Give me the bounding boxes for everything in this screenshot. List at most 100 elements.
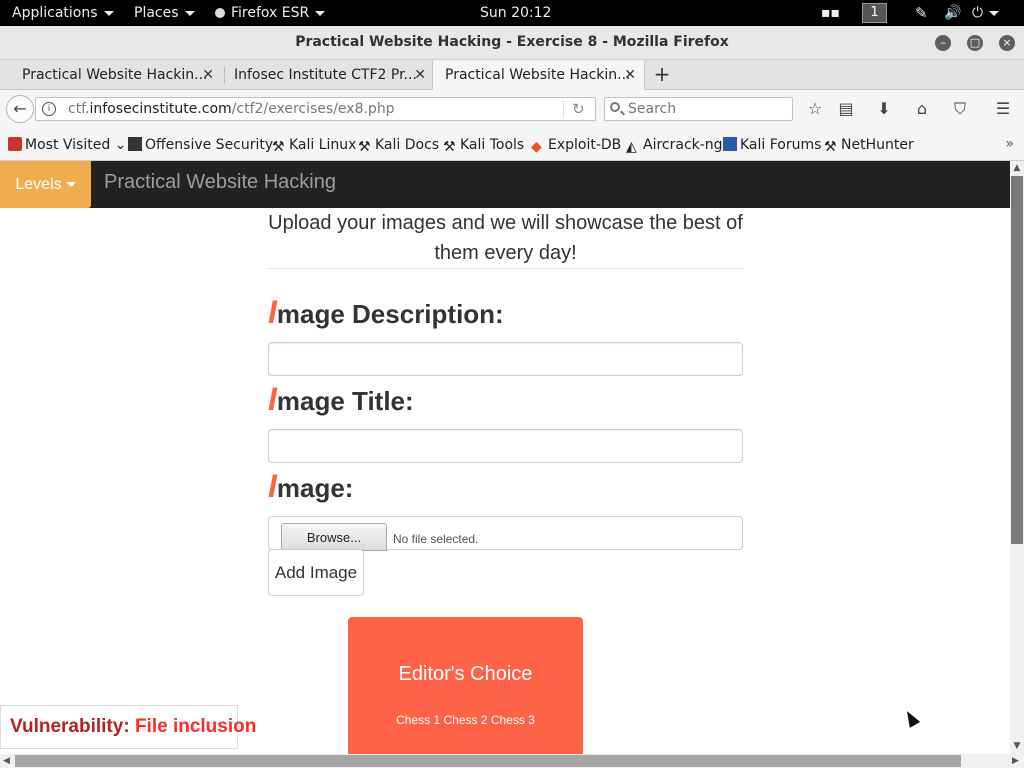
kali-icon: ⚒ <box>824 139 837 155</box>
scroll-up-icon[interactable]: ▲ <box>1010 163 1024 173</box>
url-domain: infosecinstitute.com <box>89 101 232 117</box>
bookmark-label: Kali Forums <box>740 137 822 153</box>
search-input[interactable]: Search <box>604 97 793 121</box>
search-placeholder: Search <box>628 101 677 117</box>
maximize-icon[interactable]: □ <box>967 35 983 51</box>
scroll-down-icon[interactable]: ▼ <box>1010 741 1024 751</box>
close-tab-icon[interactable]: ✕ <box>414 60 426 90</box>
window-title: Practical Website Hacking - Exercise 8 -… <box>295 34 729 50</box>
folder-icon <box>8 137 22 151</box>
bookmark-label: NetHunter <box>841 137 914 153</box>
bookmark-most-visited[interactable]: Most Visited ⌄ <box>8 136 126 154</box>
chevron-down-icon: ⌄ <box>114 137 127 153</box>
image-description-label: Image Description: <box>268 294 504 331</box>
bookmark-label: Aircrack-ng <box>643 137 723 153</box>
vertical-scroll-thumb[interactable] <box>1011 176 1023 544</box>
hamburger-menu-icon[interactable]: ☰ <box>993 99 1013 119</box>
url-prefix: ctf. <box>68 101 90 117</box>
tab-practical-1[interactable]: Practical Website Hackin... ✕ <box>10 60 222 90</box>
bookmark-kali-docs[interactable]: ⚒ Kali Docs <box>358 136 440 155</box>
bookmark-label: Exploit-DB <box>548 137 622 153</box>
power-icon[interactable]: ⏻ <box>972 0 1000 26</box>
editors-choice-items[interactable]: Chess 1 Chess 2 Chess 3 <box>348 713 583 727</box>
kali-icon: ⚒ <box>358 139 371 155</box>
caret-down-icon <box>65 182 76 188</box>
label-text: mage Title: <box>276 386 414 416</box>
firefox-icon <box>215 8 225 18</box>
bookmark-kali-tools[interactable]: ⚒ Kali Tools <box>443 136 524 155</box>
site-navbar: Levels Practical Website Hacking <box>0 161 1010 208</box>
web-page: Levels Practical Website Hacking Upload … <box>0 161 1010 754</box>
tab-practical-active[interactable]: Practical Website Hackin... ✕ <box>432 60 645 90</box>
intro-text: Upload your images and we will showcase … <box>268 208 743 269</box>
label-initial: I <box>268 294 277 330</box>
image-title-input[interactable] <box>268 429 743 463</box>
browse-button[interactable]: Browse... <box>281 523 387 551</box>
aircrack-icon: ◭ <box>626 139 637 155</box>
chevron-down-icon <box>315 10 326 16</box>
label-initial: I <box>268 468 277 504</box>
add-image-button[interactable]: Add Image <box>268 549 364 596</box>
info-icon[interactable]: i <box>42 102 56 116</box>
levels-dropdown[interactable]: Levels <box>0 161 91 208</box>
downloads-icon[interactable]: ⬇ <box>874 99 894 119</box>
label-text: mage: <box>276 473 354 503</box>
bookmark-offensive-security[interactable]: Offensive Security <box>128 136 273 154</box>
bookmark-star-icon[interactable]: ☆ <box>805 99 825 119</box>
bookmark-aircrack[interactable]: ◭ Aircrack-ng <box>626 136 723 155</box>
bookmark-nethunter[interactable]: ⚒ NetHunter <box>824 136 914 155</box>
levels-label: Levels <box>15 176 62 193</box>
bookmarks-overflow-icon[interactable]: » <box>1005 136 1014 152</box>
workspace-indicator[interactable]: 1 <box>862 3 887 23</box>
pocket-icon[interactable]: ⛉ <box>950 99 970 119</box>
scroll-right-icon[interactable]: ▶ <box>1012 754 1019 768</box>
volume-icon[interactable]: 🔊 <box>944 0 961 26</box>
home-icon[interactable]: ⌂ <box>912 99 932 119</box>
bookmark-kali-linux[interactable]: ⚒ Kali Linux <box>272 136 356 155</box>
horizontal-scrollbar[interactable]: ◀ ▶ <box>0 754 1024 768</box>
url-bar[interactable]: i ctf.infosecinstitute.com/ctf2/exercise… <box>35 97 596 121</box>
reload-icon[interactable]: ↻ <box>572 100 585 118</box>
close-icon[interactable]: × <box>999 35 1015 51</box>
back-arrow-icon[interactable]: ← <box>6 95 34 123</box>
navigation-toolbar: ← i ctf.infosecinstitute.com/ctf2/exerci… <box>0 90 1024 128</box>
pen-icon[interactable]: ✎ <box>915 0 928 26</box>
bookmark-kali-forums[interactable]: Kali Forums <box>723 136 821 154</box>
kali-forums-icon <box>723 137 737 151</box>
applications-menu[interactable]: Applications <box>12 0 114 26</box>
vulnerability-badge: Vulnerability: File inclusion <box>0 705 256 749</box>
places-label: Places <box>134 5 179 21</box>
image-description-input[interactable] <box>268 342 743 376</box>
video-icon[interactable]: ▪▪ <box>821 0 840 26</box>
bookmark-exploit-db[interactable]: ◆ Exploit-DB <box>531 136 622 155</box>
clock[interactable]: Sun 20:12 <box>480 0 551 26</box>
system-top-bar: Applications Places Firefox ESR Sun 20:1… <box>0 0 1024 26</box>
new-tab-icon[interactable]: + <box>652 60 672 90</box>
offsec-icon <box>128 137 142 151</box>
image-title-label: Image Title: <box>268 381 414 418</box>
applications-label: Applications <box>12 5 98 21</box>
places-menu[interactable]: Places <box>134 0 195 26</box>
reading-list-icon[interactable]: ▤ <box>836 99 856 119</box>
tab-infosec[interactable]: Infosec Institute CTF2 Pr... ✕ <box>222 60 434 90</box>
kali-icon: ⚒ <box>272 139 285 155</box>
tab-label: Infosec Institute CTF2 Pr... <box>234 67 417 83</box>
image-file-input[interactable]: Browse... No file selected. <box>268 516 743 551</box>
label-text: mage Description: <box>276 299 504 329</box>
firefox-app-menu[interactable]: Firefox ESR <box>215 0 326 26</box>
bookmark-label: Kali Docs <box>375 137 440 153</box>
horizontal-scroll-thumb[interactable] <box>15 755 961 767</box>
search-icon <box>610 102 620 112</box>
url-text: ctf.infosecinstitute.com/ctf2/exercises/… <box>68 101 395 117</box>
close-tab-icon[interactable]: ✕ <box>202 60 214 90</box>
bookmarks-toolbar: Most Visited ⌄ Offensive Security ⚒ Kali … <box>0 128 1024 161</box>
minimize-icon[interactable]: – <box>935 35 951 51</box>
vertical-scrollbar[interactable]: ▲ ▼ <box>1010 161 1024 754</box>
vulnerability-value: File inclusion <box>134 716 257 737</box>
editors-choice-panel: Editor's Choice Chess 1 Chess 2 Chess 3 <box>348 617 583 754</box>
tab-strip: Practical Website Hackin... ✕ Infosec In… <box>0 60 1024 90</box>
close-tab-icon[interactable]: ✕ <box>624 60 636 90</box>
site-brand[interactable]: Practical Website Hacking <box>104 171 336 194</box>
scroll-left-icon[interactable]: ◀ <box>3 754 10 768</box>
url-path: /ctf2/exercises/ex8.php <box>231 101 395 117</box>
